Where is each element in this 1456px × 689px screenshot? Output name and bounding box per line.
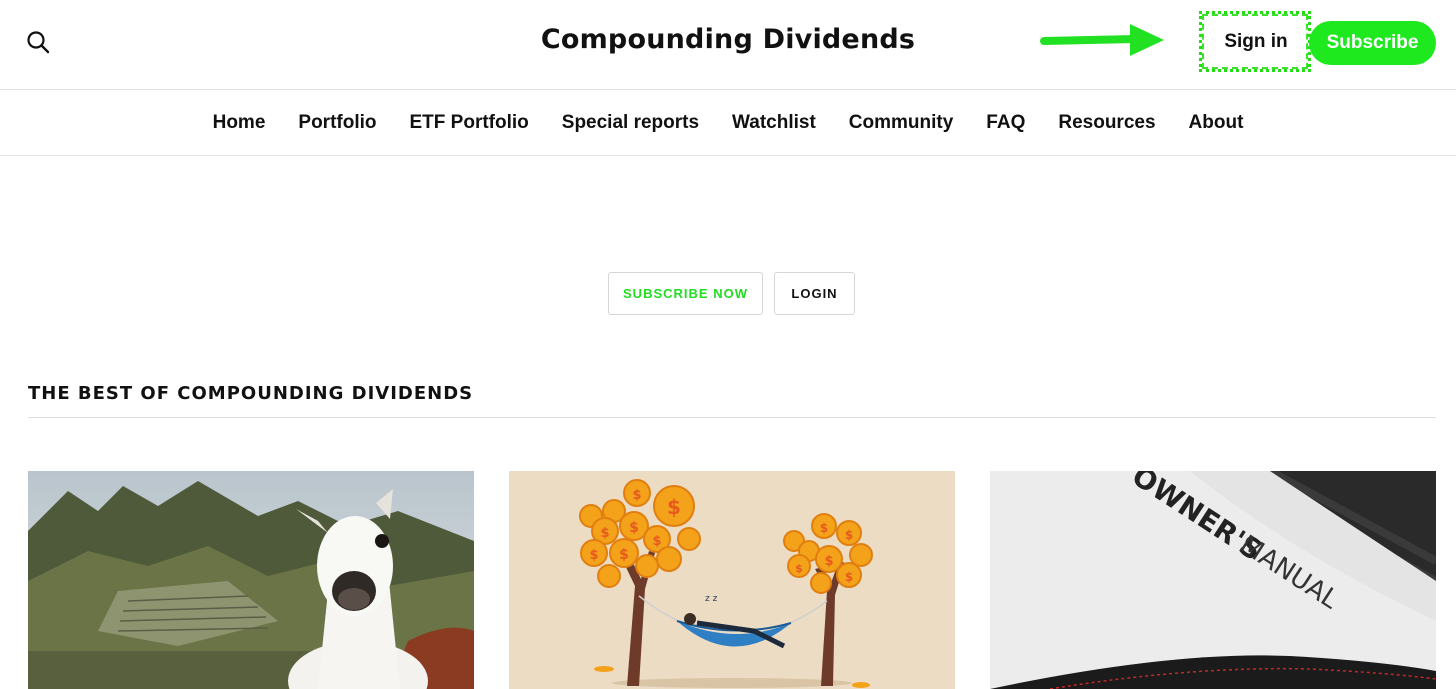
svg-text:$: $ — [632, 488, 641, 503]
svg-text:$: $ — [845, 570, 853, 584]
main-nav: Home Portfolio ETF Portfolio Special rep… — [0, 91, 1456, 156]
money-trees-hammock-image: $$ $$ $$ $ $ $$ $$ z z — [509, 471, 955, 689]
svg-text:$: $ — [600, 526, 609, 541]
svg-text:$: $ — [820, 521, 828, 535]
svg-text:$: $ — [824, 554, 833, 569]
section-divider — [28, 417, 1436, 418]
login-button[interactable]: LOGIN — [774, 272, 855, 315]
svg-text:$: $ — [629, 520, 639, 536]
article-card-money-trees[interactable]: $ $ $ $ $ $ $ $ $ $ $ $ z z — [509, 471, 955, 689]
nav-item-etf-portfolio[interactable]: ETF Portfolio — [393, 112, 545, 134]
annotation-arrow-icon — [1040, 24, 1164, 56]
nav-item-home[interactable]: Home — [196, 112, 282, 134]
nav-item-resources[interactable]: Resources — [1042, 112, 1172, 134]
owners-manual-image: OWNER'S MANUAL — [990, 471, 1436, 689]
sign-in-button[interactable]: Sign in — [1206, 20, 1306, 64]
subscribe-now-button[interactable]: SUBSCRIBE NOW — [608, 272, 763, 315]
subscribe-button[interactable]: Subscribe — [1309, 21, 1436, 65]
nav-item-community[interactable]: Community — [832, 112, 970, 134]
svg-text:$: $ — [795, 562, 803, 575]
svg-text:$: $ — [589, 548, 598, 563]
site-header: Compounding Dividends Sign in Subscribe — [0, 0, 1456, 90]
article-card-owners-manual[interactable]: OWNER'S MANUAL — [990, 471, 1436, 689]
section-title: THE BEST OF COMPOUNDING DIVIDENDS — [28, 383, 474, 404]
nav-item-portfolio[interactable]: Portfolio — [282, 112, 393, 134]
llama-machu-picchu-image — [28, 471, 474, 689]
svg-text:$: $ — [845, 528, 853, 542]
svg-text:$: $ — [667, 495, 681, 519]
search-icon[interactable] — [24, 28, 52, 56]
nav-item-watchlist[interactable]: Watchlist — [716, 112, 833, 134]
nav-item-faq[interactable]: FAQ — [970, 112, 1042, 134]
svg-text:z z: z z — [705, 594, 718, 604]
article-card-llama[interactable] — [28, 471, 474, 689]
nav-item-about[interactable]: About — [1172, 112, 1260, 134]
svg-text:$: $ — [619, 547, 629, 563]
svg-text:$: $ — [652, 534, 661, 549]
nav-item-special-reports[interactable]: Special reports — [545, 112, 715, 134]
